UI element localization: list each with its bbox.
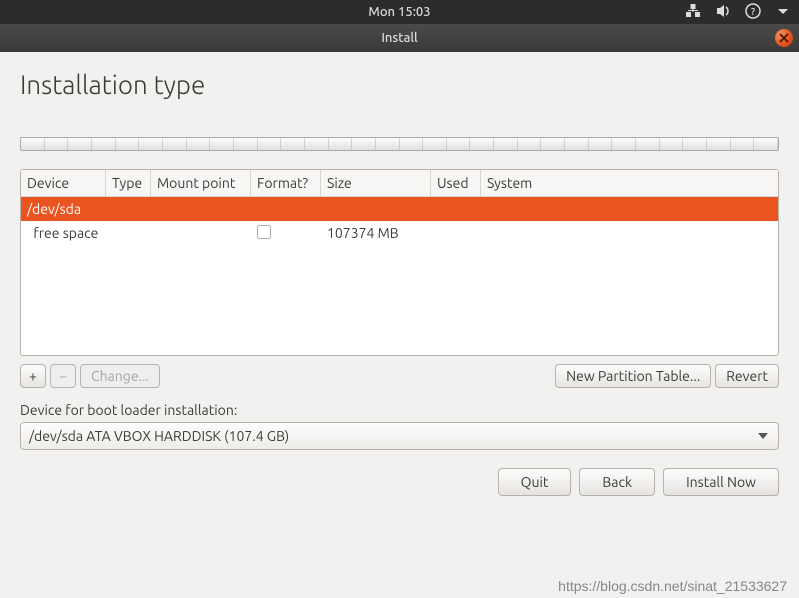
install-now-button[interactable]: Install Now bbox=[663, 468, 779, 496]
cell-device: /dev/sda bbox=[21, 197, 106, 221]
cell-mount bbox=[151, 221, 251, 246]
volume-icon[interactable] bbox=[715, 3, 731, 22]
cell-mount bbox=[151, 197, 251, 221]
col-type[interactable]: Type bbox=[106, 170, 151, 196]
table-body: /dev/sda free space 107374 MB bbox=[21, 197, 778, 355]
col-mount[interactable]: Mount point bbox=[151, 170, 251, 196]
clock: Mon 15:03 bbox=[368, 5, 430, 19]
new-partition-table-button[interactable]: New Partition Table... bbox=[555, 364, 711, 388]
partition-overview-bar[interactable] bbox=[20, 137, 779, 151]
table-header-row: Device Type Mount point Format? Size Use… bbox=[21, 170, 778, 197]
cell-used bbox=[431, 221, 481, 246]
cell-format bbox=[251, 197, 321, 221]
quit-button[interactable]: Quit bbox=[498, 468, 572, 496]
close-button[interactable] bbox=[775, 29, 793, 47]
col-size[interactable]: Size bbox=[321, 170, 431, 196]
partition-toolbar: + − Change... New Partition Table... Rev… bbox=[20, 364, 779, 388]
col-used[interactable]: Used bbox=[431, 170, 481, 196]
system-topbar: Mon 15:03 ? bbox=[0, 0, 799, 24]
cell-size: 107374 MB bbox=[321, 221, 431, 246]
bootloader-device-select[interactable]: /dev/sda ATA VBOX HARDDISK (107.4 GB) bbox=[20, 422, 779, 450]
format-checkbox[interactable] bbox=[257, 225, 271, 239]
col-format[interactable]: Format? bbox=[251, 170, 321, 196]
cell-size bbox=[321, 197, 431, 221]
cell-format[interactable] bbox=[251, 221, 321, 246]
svg-text:?: ? bbox=[751, 6, 755, 17]
col-device[interactable]: Device bbox=[21, 170, 106, 196]
cell-device: free space bbox=[21, 221, 106, 246]
topbar-indicators: ? bbox=[685, 3, 791, 22]
revert-button[interactable]: Revert bbox=[715, 364, 779, 388]
cell-system bbox=[481, 197, 778, 221]
table-row[interactable]: free space 107374 MB bbox=[21, 221, 778, 246]
change-partition-button[interactable]: Change... bbox=[80, 364, 160, 388]
cell-used bbox=[431, 197, 481, 221]
bootloader-label: Device for boot loader installation: bbox=[20, 402, 779, 418]
partition-table: Device Type Mount point Format? Size Use… bbox=[20, 169, 779, 356]
window-titlebar: Install bbox=[0, 24, 799, 52]
table-row[interactable]: /dev/sda bbox=[21, 197, 778, 221]
cell-system bbox=[481, 221, 778, 246]
help-icon[interactable]: ? bbox=[745, 3, 761, 22]
installer-window: Installation type Device Type Mount poin… bbox=[0, 52, 799, 598]
col-system[interactable]: System bbox=[481, 170, 778, 196]
network-icon[interactable] bbox=[685, 3, 701, 22]
cell-type bbox=[106, 221, 151, 246]
watermark-text: https://blog.csdn.net/sinat_21533627 bbox=[558, 578, 787, 594]
close-icon bbox=[779, 33, 789, 43]
page-heading: Installation type bbox=[20, 70, 779, 99]
cell-type bbox=[106, 197, 151, 221]
back-button[interactable]: Back bbox=[579, 468, 655, 496]
wizard-footer: Quit Back Install Now bbox=[20, 468, 779, 496]
add-partition-button[interactable]: + bbox=[20, 364, 46, 388]
chevron-down-icon[interactable] bbox=[775, 3, 791, 22]
remove-partition-button[interactable]: − bbox=[50, 364, 76, 388]
window-title: Install bbox=[381, 31, 417, 45]
